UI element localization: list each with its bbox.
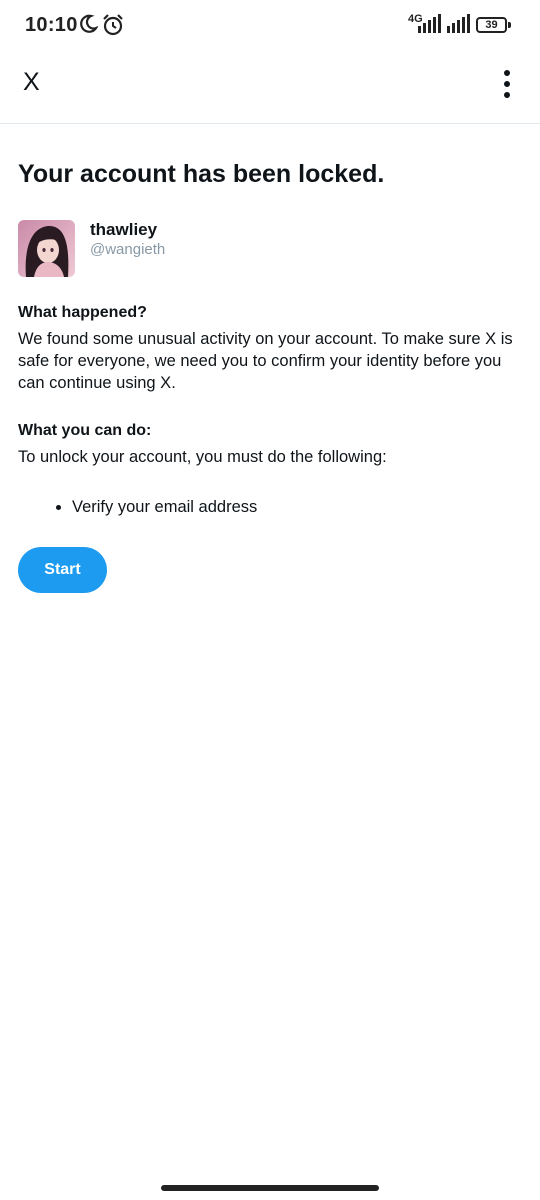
list-item: Verify your email address bbox=[56, 496, 257, 518]
signal-icon bbox=[416, 13, 442, 40]
alarm-icon bbox=[102, 13, 124, 42]
x-logo: X bbox=[23, 68, 40, 96]
home-indicator[interactable] bbox=[161, 1185, 379, 1191]
moon-icon bbox=[78, 13, 99, 40]
status-time: 10:10 bbox=[25, 14, 78, 36]
more-options-button[interactable] bbox=[494, 64, 520, 104]
steps-list: Verify your email address bbox=[56, 496, 257, 518]
user-display-name: thawliey bbox=[90, 220, 158, 239]
what-you-can-do-text: To unlock your account, you must do the … bbox=[18, 448, 387, 466]
battery-icon: 39 bbox=[476, 17, 507, 33]
user-handle: @wangieth bbox=[90, 241, 166, 258]
battery-level: 39 bbox=[485, 19, 498, 31]
what-happened-heading: What happened? bbox=[18, 304, 147, 321]
what-you-can-do-heading: What you can do: bbox=[18, 422, 152, 439]
step-label: Verify your email address bbox=[72, 498, 258, 516]
avatar bbox=[18, 220, 75, 277]
signal-icon bbox=[446, 13, 472, 40]
battery-nub bbox=[508, 22, 511, 28]
start-button[interactable]: Start bbox=[18, 547, 107, 593]
bullet-icon bbox=[56, 505, 61, 510]
what-happened-text: We found some unusual activity on your a… bbox=[18, 330, 513, 392]
status-bar: 10:10 4G 39 bbox=[0, 0, 540, 52]
page-title: Your account has been locked. bbox=[18, 160, 385, 188]
app-header: X bbox=[0, 52, 540, 124]
